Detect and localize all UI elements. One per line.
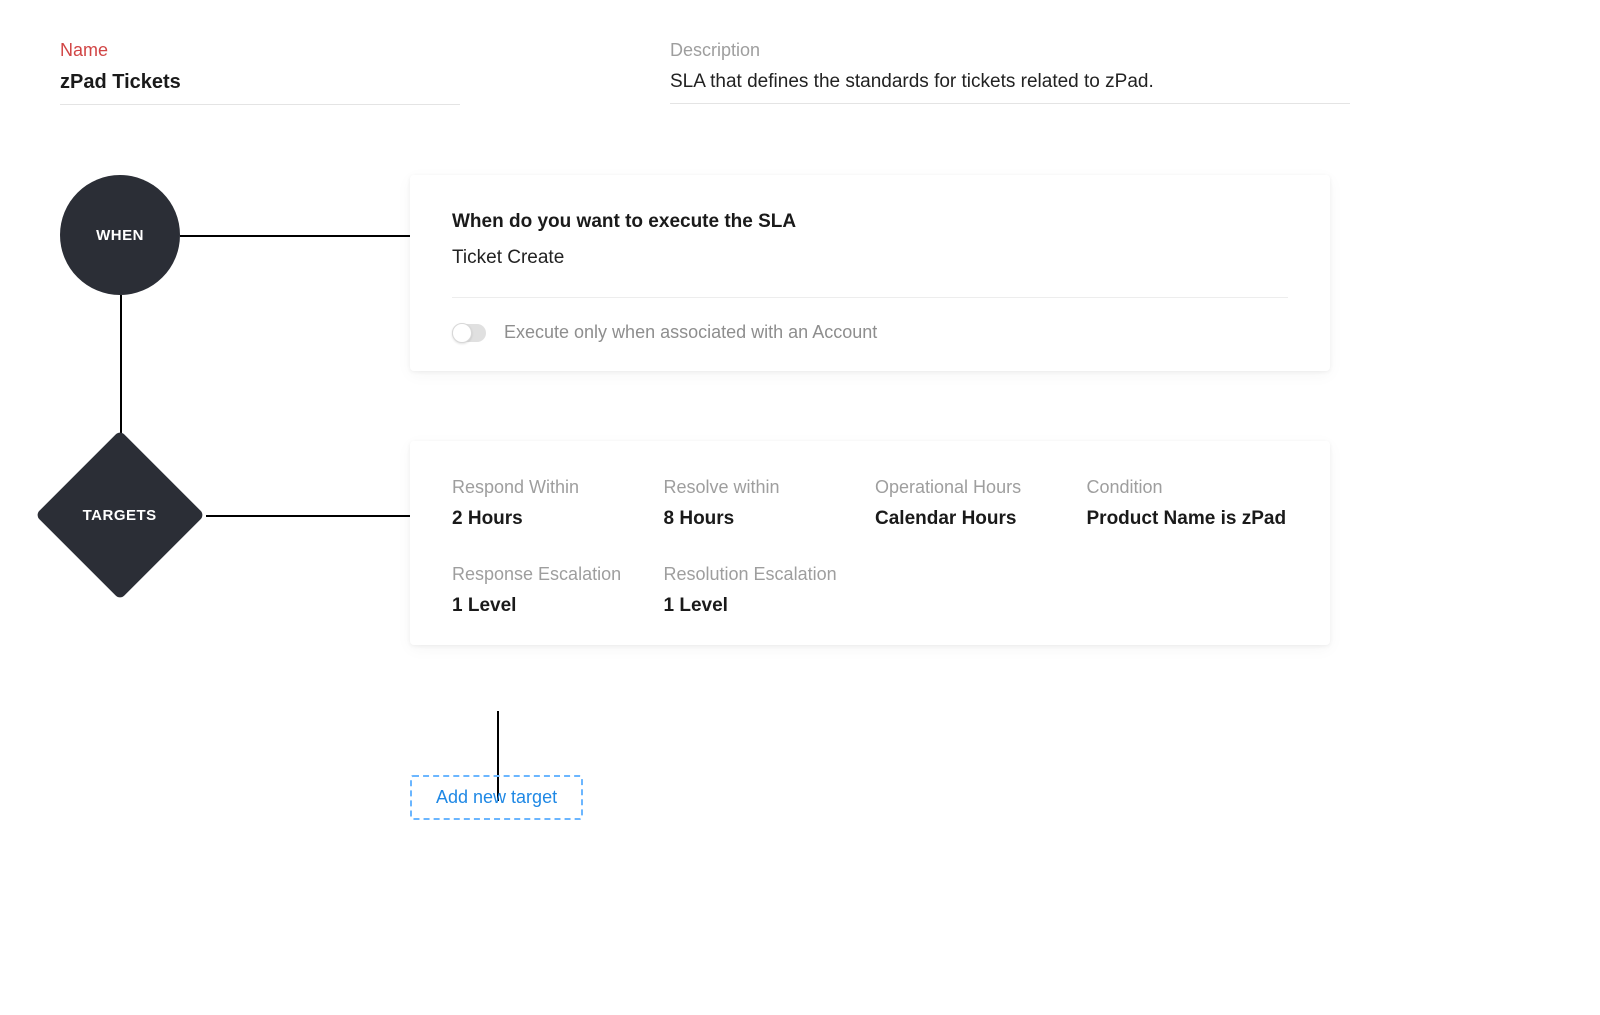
respond-within-value: 2 Hours bbox=[452, 508, 654, 530]
targets-node-label: TARGETS bbox=[83, 507, 157, 524]
toggle-knob bbox=[452, 323, 472, 343]
response-escalation-cell: Response Escalation 1 Level bbox=[452, 564, 654, 617]
name-field[interactable]: Name zPad Tickets bbox=[60, 40, 460, 105]
response-escalation-label: Response Escalation bbox=[452, 564, 654, 585]
flow-diagram: WHEN TARGETS When do you want to execute… bbox=[60, 175, 1540, 975]
when-card[interactable]: When do you want to execute the SLA Tick… bbox=[410, 175, 1330, 371]
name-label: Name bbox=[60, 40, 460, 61]
description-field[interactable]: Description SLA that defines the standar… bbox=[670, 40, 1350, 105]
name-value: zPad Tickets bbox=[60, 71, 460, 105]
when-node: WHEN bbox=[60, 175, 180, 295]
connector-targets-to-card bbox=[206, 515, 410, 517]
resolve-within-cell: Resolve within 8 Hours bbox=[664, 477, 866, 530]
header-row: Name zPad Tickets Description SLA that d… bbox=[60, 40, 1540, 105]
respond-within-label: Respond Within bbox=[452, 477, 654, 498]
respond-within-cell: Respond Within 2 Hours bbox=[452, 477, 654, 530]
add-new-target-button[interactable]: Add new target bbox=[410, 775, 583, 820]
targets-card[interactable]: Respond Within 2 Hours Resolve within 8 … bbox=[410, 441, 1330, 645]
divider bbox=[452, 297, 1288, 298]
when-card-value: Ticket Create bbox=[452, 247, 1288, 269]
resolution-escalation-cell: Resolution Escalation 1 Level bbox=[664, 564, 866, 617]
operational-hours-cell: Operational Hours Calendar Hours bbox=[875, 477, 1077, 530]
description-label: Description bbox=[670, 40, 1350, 61]
operational-hours-value: Calendar Hours bbox=[875, 508, 1077, 530]
connector-when-to-card bbox=[180, 235, 410, 237]
account-toggle-row: Execute only when associated with an Acc… bbox=[452, 322, 1288, 343]
resolution-escalation-value: 1 Level bbox=[664, 595, 866, 617]
operational-hours-label: Operational Hours bbox=[875, 477, 1077, 498]
when-card-title: When do you want to execute the SLA bbox=[452, 211, 1288, 233]
condition-label: Condition bbox=[1087, 477, 1289, 498]
resolve-within-label: Resolve within bbox=[664, 477, 866, 498]
resolution-escalation-label: Resolution Escalation bbox=[664, 564, 866, 585]
condition-cell: Condition Product Name is zPad bbox=[1087, 477, 1289, 530]
resolve-within-value: 8 Hours bbox=[664, 508, 866, 530]
condition-value: Product Name is zPad bbox=[1087, 508, 1289, 530]
targets-node: TARGETS bbox=[35, 430, 205, 600]
account-toggle-label: Execute only when associated with an Acc… bbox=[504, 322, 877, 343]
when-node-label: WHEN bbox=[96, 227, 144, 244]
description-value: SLA that defines the standards for ticke… bbox=[670, 71, 1350, 104]
response-escalation-value: 1 Level bbox=[452, 595, 654, 617]
account-toggle[interactable] bbox=[452, 324, 486, 342]
